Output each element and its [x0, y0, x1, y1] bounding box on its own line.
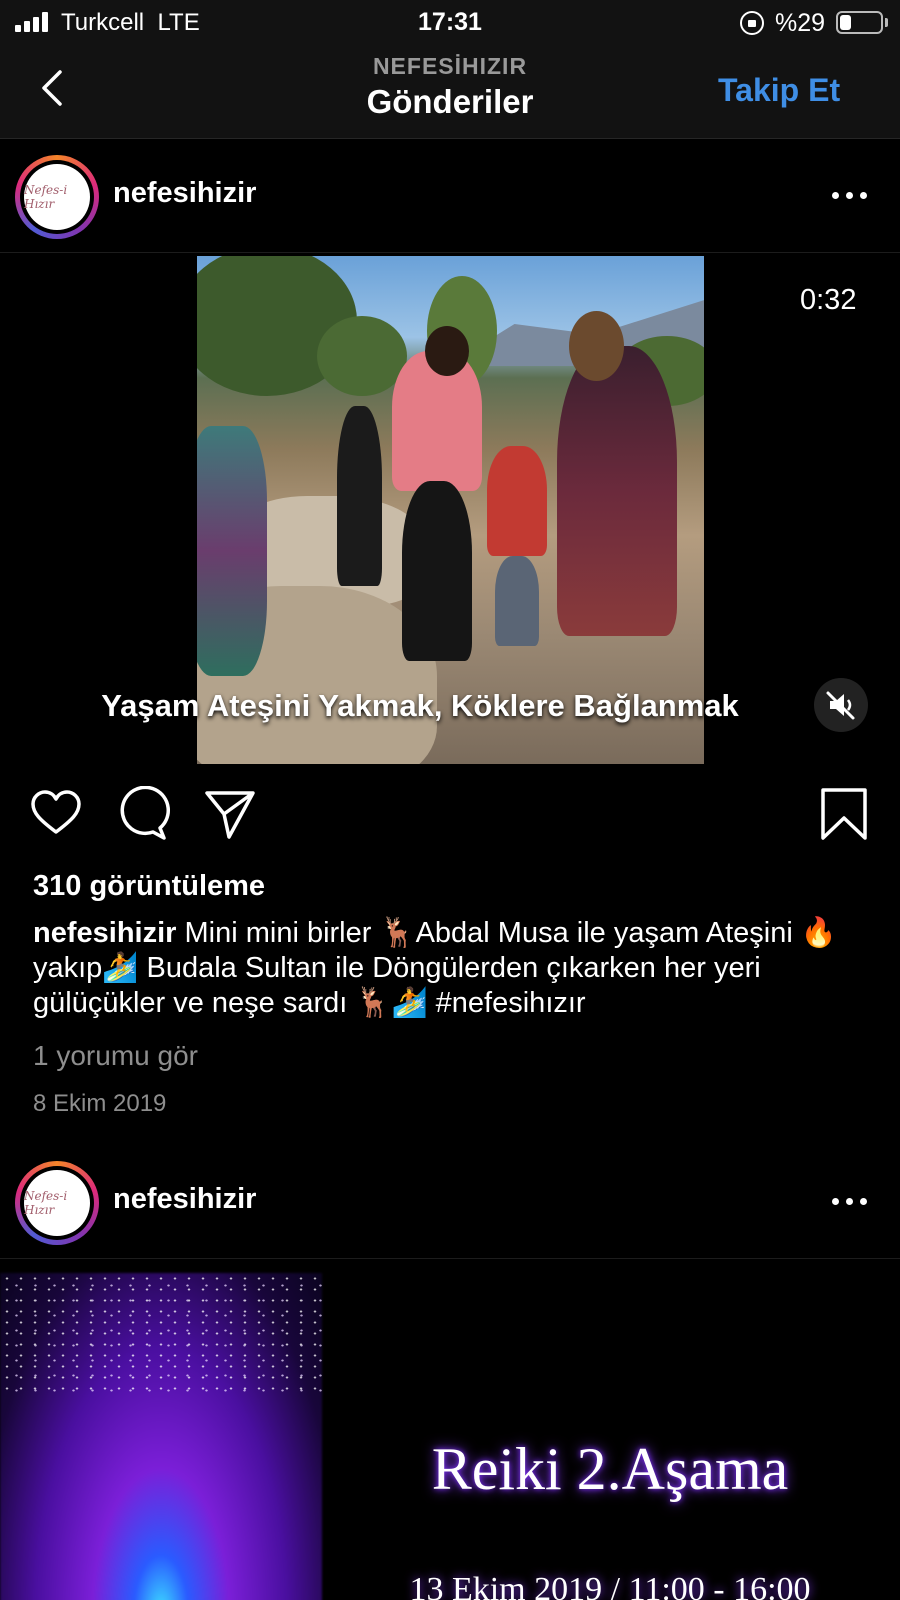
- stars-artwork: [0, 1273, 322, 1393]
- post-username[interactable]: nefesihizir: [113, 177, 256, 210]
- battery-percentage: %29: [775, 9, 826, 37]
- share-icon[interactable]: [202, 786, 258, 842]
- caption-username[interactable]: nefesihizir: [33, 917, 176, 949]
- comment-icon[interactable]: [115, 786, 171, 842]
- view-comments-link[interactable]: 1 yorumu gör: [33, 1040, 198, 1072]
- heart-icon[interactable]: [28, 786, 84, 842]
- image-date-text: 13 Ekim 2019 / 11:00 - 16:00: [409, 1571, 811, 1600]
- battery-cap: [885, 18, 888, 27]
- image-title-text: Reiki 2.Aşama: [431, 1436, 789, 1502]
- more-options-icon[interactable]: [832, 1198, 868, 1206]
- video-duration: 0:32: [800, 284, 857, 316]
- avatar-logo-text: Nefes-i Hızır: [24, 164, 90, 230]
- post-actions: [0, 786, 900, 846]
- avatar[interactable]: Nefes-i Hızır: [15, 155, 99, 239]
- post-header: Nefes-i Hızır nefesihizir: [0, 1146, 900, 1259]
- follow-button[interactable]: Takip Et: [718, 72, 840, 109]
- status-bar: Turkcell LTE 17:31 %29: [0, 0, 900, 46]
- view-count[interactable]: 310 görüntüleme: [33, 870, 265, 903]
- video-caption-overlay: Yaşam Ateşini Yakmak, Köklere Bağlanmak: [101, 688, 739, 723]
- battery-icon: [836, 11, 883, 34]
- bookmark-icon[interactable]: [816, 786, 872, 842]
- top-bar: Turkcell LTE 17:31 %29 NEFESİHIZIR Gönde…: [0, 0, 900, 139]
- post-caption: nefesihizir Mini mini birler 🦌Abdal Musa…: [33, 916, 873, 1021]
- post-date: 8 Ekim 2019: [33, 1090, 167, 1117]
- avatar-logo-text: Nefes-i Hızır: [24, 1170, 90, 1236]
- more-options-icon[interactable]: [832, 192, 868, 200]
- battery-fill: [840, 15, 851, 30]
- mute-button[interactable]: [814, 678, 868, 732]
- post-video[interactable]: Yaşam Ateşini Yakmak, Köklere Bağlanmak …: [0, 254, 900, 764]
- speaker-muted-icon: [826, 691, 855, 720]
- post-image[interactable]: Reiki 2.Aşama 13 Ekim 2019 / 11:00 - 16:…: [0, 1263, 900, 1600]
- post-username[interactable]: nefesihizir: [113, 1183, 256, 1216]
- avatar[interactable]: Nefes-i Hızır: [15, 1161, 99, 1245]
- clock: 17:31: [418, 8, 482, 36]
- post-header: Nefes-i Hızır nefesihizir: [0, 140, 900, 253]
- orientation-lock-icon: [740, 11, 764, 35]
